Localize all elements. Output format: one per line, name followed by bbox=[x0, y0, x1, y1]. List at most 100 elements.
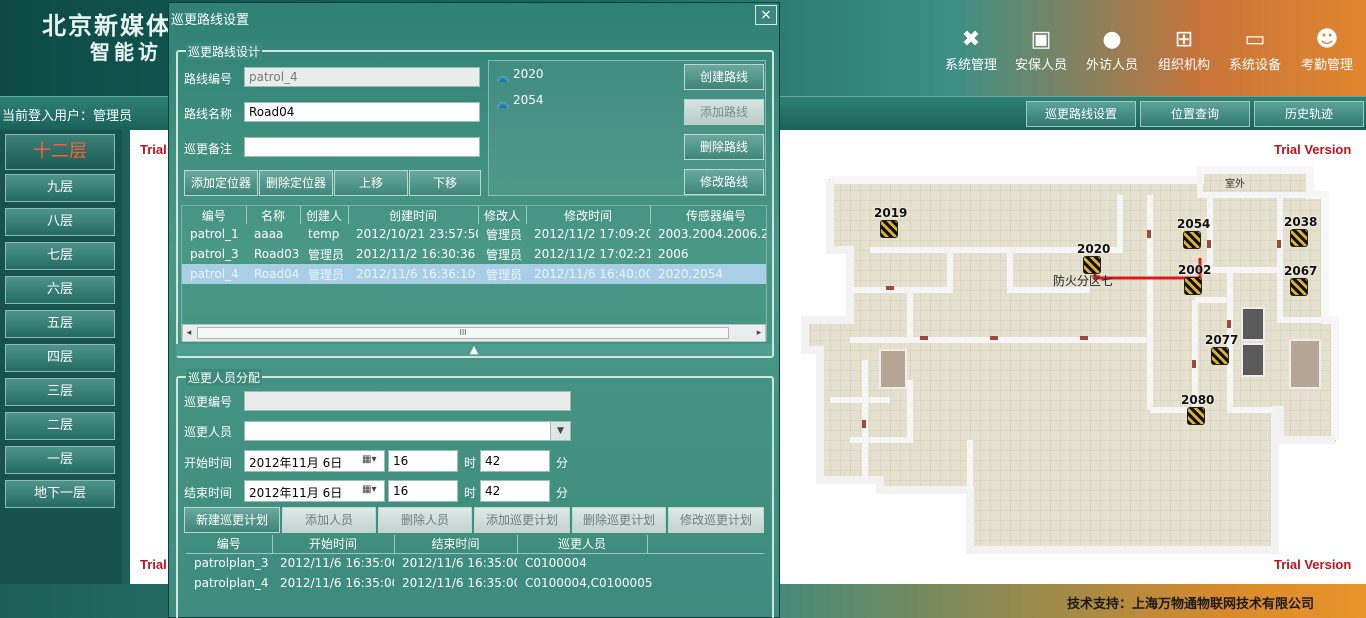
column-header[interactable]: 创建人 bbox=[300, 206, 349, 224]
add-person-button[interactable]: 添加人员 bbox=[282, 507, 376, 533]
scroll-thumb[interactable]: III bbox=[197, 327, 729, 339]
start-date-picker[interactable]: 2012年11月 6日 ▦▾ bbox=[244, 450, 385, 472]
scroll-left-icon[interactable]: ◂ bbox=[183, 326, 195, 340]
sensor-label: 2080 bbox=[1181, 393, 1215, 407]
collapse-arrow-icon[interactable]: ▲ bbox=[176, 344, 772, 356]
scroll-right-icon[interactable]: ▸ bbox=[753, 326, 765, 340]
route-name-field[interactable] bbox=[244, 102, 480, 122]
floor-button-6[interactable]: 六层 bbox=[5, 276, 115, 304]
route-note-field[interactable] bbox=[244, 137, 480, 157]
delete-route-button[interactable]: 删除路线 bbox=[684, 134, 764, 160]
chevron-down-icon[interactable]: ▼ bbox=[550, 422, 570, 440]
wireless-sensor-icon bbox=[495, 67, 511, 82]
column-header-empty bbox=[647, 535, 764, 554]
table-cell: patrol_3 bbox=[190, 247, 239, 261]
table-row[interactable]: patrolplan_3 2012/11/6 16:35:00 2012/11/… bbox=[186, 553, 764, 573]
locator-label: 2020 bbox=[513, 67, 544, 81]
end-hour-field[interactable] bbox=[388, 480, 458, 502]
nav-security-staff[interactable]: ▣ 安保人员 bbox=[1008, 26, 1074, 73]
tab-history-track[interactable]: 历史轨迹 bbox=[1254, 101, 1364, 127]
start-hour-field[interactable] bbox=[388, 450, 458, 472]
column-header[interactable]: 开始时间 bbox=[272, 535, 395, 554]
sensor-2067[interactable]: 2067 bbox=[1284, 264, 1354, 308]
column-header[interactable]: 巡更人员 bbox=[517, 535, 648, 554]
table-cell: 2012/11/6 16:40:00 bbox=[526, 264, 650, 284]
column-header[interactable]: 修改时间 bbox=[526, 206, 651, 224]
nav-label: 组织机构 bbox=[1157, 58, 1210, 73]
column-header[interactable]: 结束时间 bbox=[394, 535, 518, 554]
route-table-horizontal-scrollbar[interactable]: ◂ III ▸ bbox=[182, 324, 766, 342]
nav-organization[interactable]: ⊞ 组织机构 bbox=[1151, 26, 1217, 73]
nav-visitors[interactable]: ● 外访人员 bbox=[1079, 26, 1145, 73]
column-header[interactable]: 编号 bbox=[186, 535, 273, 554]
column-header[interactable]: 修改人 bbox=[478, 206, 527, 224]
add-route-button[interactable]: 添加路线 bbox=[684, 99, 764, 125]
list-item[interactable]: 2020 bbox=[495, 67, 544, 82]
table-cell: patrol_1 bbox=[190, 227, 239, 241]
table-cell: patrolplan_3 bbox=[194, 556, 269, 571]
floor-button-7[interactable]: 七层 bbox=[5, 242, 115, 270]
floor-button-b1[interactable]: 地下一层 bbox=[5, 480, 115, 508]
sensor-2077[interactable]: 2077 bbox=[1205, 333, 1275, 377]
list-item[interactable]: 2054 bbox=[495, 93, 544, 108]
panel-splitter[interactable]: ▲ bbox=[176, 344, 772, 356]
floor-button-3[interactable]: 三层 bbox=[5, 378, 115, 406]
floor-button-5[interactable]: 五层 bbox=[5, 310, 115, 338]
column-header[interactable]: 传感器编号 bbox=[650, 206, 766, 224]
table-cell: 2012/11/2 17:02:21 bbox=[534, 247, 650, 261]
modify-patrol-plan-button[interactable]: 修改巡更计划 bbox=[668, 507, 764, 533]
nav-system-management[interactable]: ✖ 系统管理 bbox=[938, 26, 1004, 73]
table-row[interactable]: patrol_3 Road03 管理员 2012/11/2 16:30:36 管… bbox=[182, 244, 766, 264]
dialog-close-button[interactable]: × bbox=[755, 5, 777, 25]
start-minute-field[interactable] bbox=[480, 450, 550, 472]
delete-person-button[interactable]: 删除人员 bbox=[378, 507, 472, 533]
floor-button-12[interactable]: 十二层 bbox=[5, 134, 115, 170]
delete-patrol-plan-button[interactable]: 删除巡更计划 bbox=[572, 507, 666, 533]
table-row[interactable]: patrolplan_4 2012/11/6 16:35:00 2012/11/… bbox=[186, 573, 764, 593]
floor-button-9[interactable]: 九层 bbox=[5, 174, 115, 202]
nav-attendance[interactable]: ☻ 考勤管理 bbox=[1294, 26, 1360, 73]
nav-label: 安保人员 bbox=[1014, 58, 1067, 73]
monitor-icon: ▭ bbox=[1244, 27, 1266, 52]
create-route-button[interactable]: 创建路线 bbox=[684, 64, 764, 90]
table-cell: 2012/11/6 16:35:00 bbox=[280, 576, 394, 590]
column-header[interactable]: 创建时间 bbox=[348, 206, 479, 224]
delete-locator-button[interactable]: 删除定位器 bbox=[259, 170, 333, 196]
table-row[interactable]: patrol_1 aaaa temp 2012/10/21 23:57:50 管… bbox=[182, 224, 766, 244]
sensor-device-icon bbox=[1183, 231, 1201, 249]
column-header[interactable]: 名称 bbox=[246, 206, 301, 224]
sensor-2080[interactable]: 2080 bbox=[1181, 393, 1251, 437]
column-header[interactable]: 编号 bbox=[182, 206, 247, 224]
sensor-2054[interactable]: 2054 bbox=[1177, 217, 1247, 261]
floor-button-8[interactable]: 八层 bbox=[5, 208, 115, 236]
patrol-id-field[interactable] bbox=[244, 391, 571, 411]
end-date-picker[interactable]: 2012年11月 6日 ▦▾ bbox=[244, 480, 385, 502]
route-name-label: 路线名称 bbox=[184, 107, 233, 121]
modify-route-button[interactable]: 修改路线 bbox=[684, 169, 764, 195]
sensor-2002[interactable]: 2002 bbox=[1178, 263, 1248, 307]
nav-system-devices[interactable]: ▭ 系统设备 bbox=[1222, 26, 1288, 73]
tab-location-query[interactable]: 位置查询 bbox=[1140, 101, 1250, 127]
tab-patrol-route-settings[interactable]: 巡更路线设置 bbox=[1026, 101, 1136, 127]
calendar-icon[interactable]: ▦▾ bbox=[362, 484, 380, 498]
move-down-button[interactable]: 下移 bbox=[409, 170, 481, 196]
sensor-2020[interactable]: 2020 bbox=[1077, 242, 1147, 286]
end-minute-field[interactable] bbox=[480, 480, 550, 502]
new-patrol-plan-button[interactable]: 新建巡更计划 bbox=[184, 507, 280, 533]
floor-button-2[interactable]: 二层 bbox=[5, 412, 115, 440]
sensor-device-icon bbox=[1083, 256, 1101, 274]
floor-button-1[interactable]: 一层 bbox=[5, 446, 115, 474]
sensor-2038[interactable]: 2038 bbox=[1284, 215, 1354, 259]
table-cell: 2012/11/2 17:09:20 bbox=[534, 227, 650, 241]
table-row-selected[interactable]: patrol_4 Road04 管理员 2012/11/6 16:36:10 管… bbox=[182, 264, 766, 284]
patrol-person-select[interactable]: ▼ bbox=[244, 421, 571, 441]
route-id-field[interactable] bbox=[244, 67, 480, 87]
add-locator-button[interactable]: 添加定位器 bbox=[184, 170, 258, 196]
calendar-icon[interactable]: ▦▾ bbox=[362, 454, 380, 468]
staff-assignment-group-title: 巡更人员分配 bbox=[186, 369, 263, 386]
sensor-2019[interactable]: 2019 bbox=[874, 206, 944, 250]
move-up-button[interactable]: 上移 bbox=[334, 170, 408, 196]
table-header-row: 编号 开始时间 结束时间 巡更人员 bbox=[186, 535, 764, 554]
add-patrol-plan-button[interactable]: 添加巡更计划 bbox=[474, 507, 570, 533]
floor-button-4[interactable]: 四层 bbox=[5, 344, 115, 372]
